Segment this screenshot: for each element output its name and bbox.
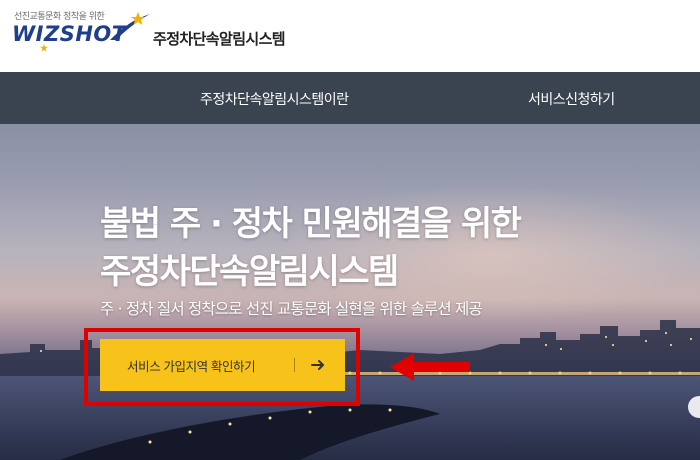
main-nav: 주정차단속알림시스템이란 서비스신청하기 — [0, 72, 700, 124]
hero-title-line1: 불법 주 · 정차 민원해결을 위한 — [100, 204, 522, 244]
arrow-left-icon — [390, 353, 470, 381]
shooting-star-icon — [110, 12, 150, 40]
arrow-right-icon — [311, 360, 324, 370]
hero-subtitle: 주 · 정차 질서 정착으로 선진 교통문화 실현을 위한 솔루션 제공 — [100, 300, 483, 318]
system-name: 주정차단속알림시스템 — [153, 30, 286, 48]
logo-tagline: 선진교통문화 정착을 위한 — [14, 12, 105, 22]
cta-divider — [294, 358, 295, 372]
hero-banner: 불법 주 · 정차 민원해결을 위한 주정차단속알림시스템 주 · 정차 질서 … — [0, 124, 700, 460]
nav-item-apply[interactable]: 서비스신청하기 — [528, 89, 615, 109]
logo-star-icon — [40, 44, 48, 52]
check-service-area-button[interactable]: 서비스 가입지역 확인하기 — [100, 339, 345, 391]
nav-item-about[interactable]: 주정차단속알림시스템이란 — [200, 89, 349, 109]
cta-label: 서비스 가입지역 확인하기 — [127, 360, 256, 374]
hero-title-line2: 주정차단속알림시스템 — [100, 252, 399, 292]
site-header: 선진교통문화 정착을 위한 WIZSHOT 주정차단속알림시스템 — [0, 0, 700, 72]
